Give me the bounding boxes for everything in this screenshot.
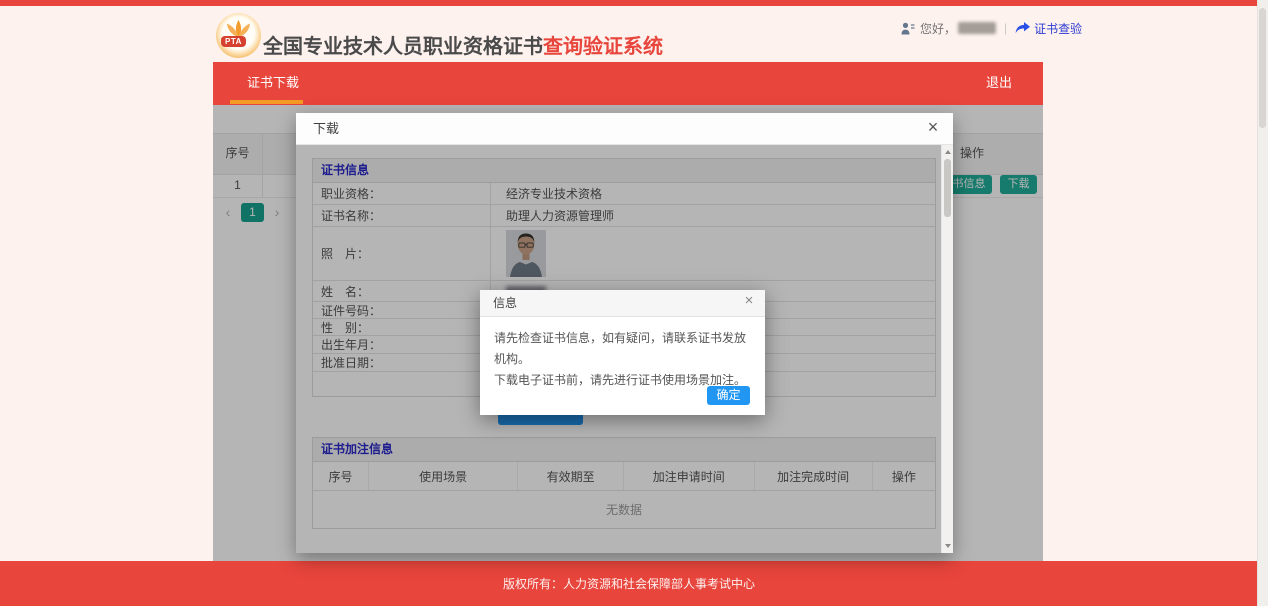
browser-scrollbar[interactable] <box>1257 0 1268 606</box>
cpta-logo: PTA <box>216 13 261 58</box>
scrollbar-thumb[interactable] <box>944 159 951 217</box>
download-modal-titlebar: 下载 × <box>296 113 953 145</box>
close-icon[interactable]: × <box>740 292 758 312</box>
certificate-verify-link[interactable]: 证书查验 <box>1034 20 1082 37</box>
footer: 版权所有：人力资源和社会保障部人事考试中心 <box>0 561 1258 606</box>
modal-scrollbar[interactable] <box>941 145 953 553</box>
site-title-accent: 查询验证系统 <box>543 36 663 58</box>
scroll-up-icon[interactable] <box>945 150 951 154</box>
info-modal-title: 信息 <box>493 290 517 316</box>
logo-pta-badge: PTA <box>221 36 246 47</box>
greeting-text: 您好， <box>920 20 956 37</box>
ok-button[interactable]: 确定 <box>707 386 750 405</box>
logout-button[interactable]: 退出 <box>986 62 1012 105</box>
site-title-main: 全国专业技术人员职业资格证书 <box>263 36 543 58</box>
active-tab-indicator <box>230 100 303 104</box>
main-navbar: 证书下载 退出 <box>213 62 1043 105</box>
share-arrow-icon <box>1015 22 1030 34</box>
browser-scrollbar-thumb[interactable] <box>1259 8 1266 128</box>
copyright-text: 版权所有：人力资源和社会保障部人事考试中心 <box>503 575 755 592</box>
close-icon[interactable]: × <box>922 117 944 141</box>
page: PTA 全国专业技术人员职业资格证书查询验证系统 您好， | 证书查验 <box>0 0 1268 606</box>
info-modal-message: 请先检查证书信息，如有疑问，请联系证书发放机构。 下载电子证书前，请先进行证书使… <box>494 328 752 391</box>
userbar-divider: | <box>1004 21 1007 35</box>
download-modal-title: 下载 <box>313 113 339 144</box>
tab-certificate-download[interactable]: 证书下载 <box>247 62 299 105</box>
site-header: PTA 全国专业技术人员职业资格证书查询验证系统 您好， | 证书查验 <box>0 6 1258 62</box>
site-title: 全国专业技术人员职业资格证书查询验证系统 <box>263 30 663 59</box>
user-bar: 您好， | 证书查验 <box>901 19 1082 37</box>
user-icon <box>901 22 915 35</box>
info-modal: 信息 × 请先检查证书信息，如有疑问，请联系证书发放机构。 下载电子证书前，请先… <box>480 290 765 415</box>
message-line-1: 请先检查证书信息，如有疑问，请联系证书发放机构。 <box>494 328 752 370</box>
info-modal-titlebar: 信息 × <box>480 290 765 317</box>
username-redacted <box>958 22 996 34</box>
scroll-down-icon[interactable] <box>945 544 951 548</box>
